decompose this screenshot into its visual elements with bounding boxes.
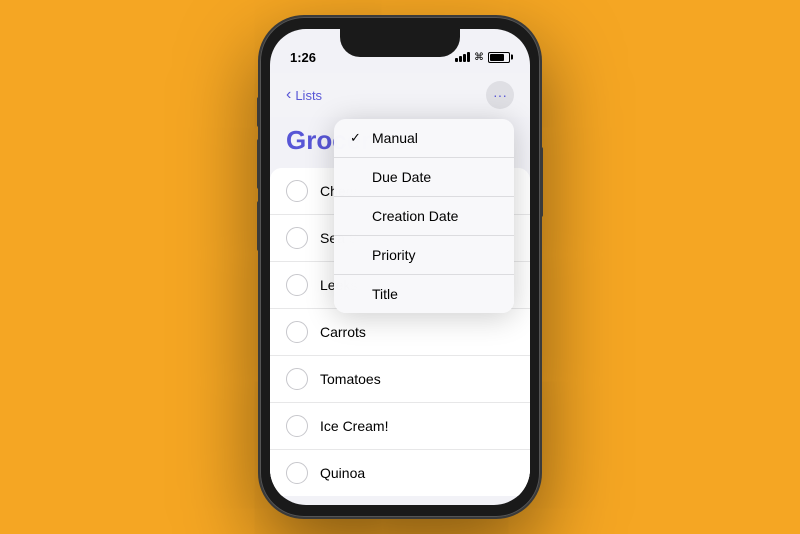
- sort-option-label: Manual: [372, 130, 418, 146]
- item-checkbox[interactable]: [286, 462, 308, 484]
- item-checkbox[interactable]: [286, 415, 308, 437]
- item-checkbox[interactable]: [286, 321, 308, 343]
- item-checkbox[interactable]: [286, 180, 308, 202]
- item-checkbox[interactable]: [286, 274, 308, 296]
- sort-dropdown: ✓ Manual Due Date Creation Date Priority: [334, 119, 514, 313]
- more-button[interactable]: ···: [486, 81, 514, 109]
- item-label: Quinoa: [320, 465, 365, 481]
- notch: [340, 29, 460, 57]
- sort-option-label: Title: [372, 286, 398, 302]
- sort-option-title[interactable]: Title: [334, 275, 514, 313]
- sort-option-priority[interactable]: Priority: [334, 236, 514, 275]
- volume-mute-button: [257, 97, 260, 127]
- item-label: Tomatoes: [320, 371, 381, 387]
- nav-bar: ‹ Lists ···: [270, 73, 530, 117]
- power-button: [540, 147, 543, 217]
- volume-up-button: [257, 139, 260, 189]
- volume-down-button: [257, 201, 260, 251]
- back-label: Lists: [295, 88, 322, 103]
- sort-option-manual[interactable]: ✓ Manual: [334, 119, 514, 158]
- item-label: Ice Cream!: [320, 418, 388, 434]
- chevron-left-icon: ‹: [286, 86, 291, 104]
- item-checkbox[interactable]: [286, 227, 308, 249]
- sort-option-label: Creation Date: [372, 208, 458, 224]
- item-checkbox[interactable]: [286, 368, 308, 390]
- item-label: Carrots: [320, 324, 366, 340]
- list-item[interactable]: Carrots: [270, 309, 530, 356]
- sort-option-due-date[interactable]: Due Date: [334, 158, 514, 197]
- list-item[interactable]: Tomatoes: [270, 356, 530, 403]
- status-time: 1:26: [290, 50, 316, 65]
- list-item[interactable]: Quinoa: [270, 450, 530, 496]
- sort-option-label: Priority: [372, 247, 416, 263]
- ellipsis-icon: ···: [493, 87, 507, 103]
- signal-icon: [455, 52, 470, 62]
- sort-option-label: Due Date: [372, 169, 431, 185]
- phone-wrapper: 1:26 ⌘ ‹ Lis: [260, 17, 540, 517]
- wifi-icon: ⌘: [474, 52, 484, 63]
- phone-body: 1:26 ⌘ ‹ Lis: [260, 17, 540, 517]
- battery-icon: [488, 52, 510, 63]
- status-icons: ⌘: [455, 52, 510, 63]
- list-item[interactable]: Ice Cream!: [270, 403, 530, 450]
- back-button[interactable]: ‹ Lists: [286, 86, 322, 104]
- phone-screen: 1:26 ⌘ ‹ Lis: [270, 29, 530, 505]
- sort-option-creation-date[interactable]: Creation Date: [334, 197, 514, 236]
- checkmark-icon: ✓: [350, 130, 364, 146]
